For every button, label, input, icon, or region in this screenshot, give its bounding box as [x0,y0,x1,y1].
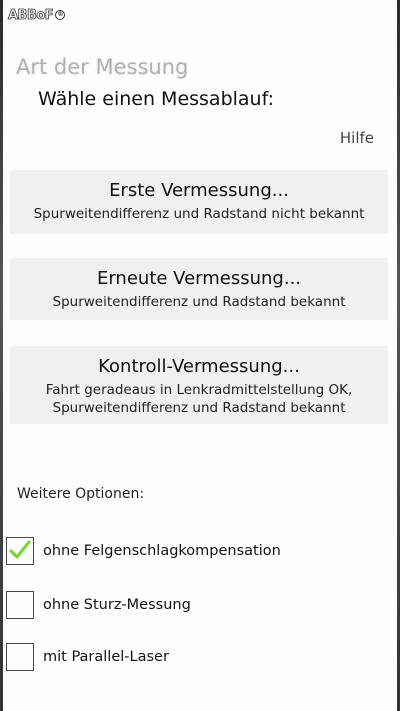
checkbox-label: ohne Sturz-Messung [43,597,191,613]
option-first-measurement-button[interactable]: Erste Vermessung... Spurweitendifferenz … [10,170,388,234]
help-link[interactable]: Hilfe [340,129,374,147]
checkbox-row-rim-runout[interactable]: ohne Felgenschlagkompensation [6,535,281,567]
option-description-line1: Fahrt geradeaus in Lenkradmittelstellung… [45,382,353,398]
option-description: Spurweitendifferenz und Radstand nicht b… [33,206,365,222]
checkbox-row-parallel-laser[interactable]: mit Parallel-Laser [6,641,169,673]
option-title: Erneute Vermessung... [96,268,302,289]
check-mark-icon [9,540,31,559]
screen-subtitle: Wähle einen Messablauf: [38,88,275,110]
checkbox-label: ohne Felgenschlagkompensation [43,543,281,559]
app-screen: ABBoF ® Art der Messung Wähle einen Mess… [0,0,400,711]
app-logo: ABBoF ® [8,6,66,24]
option-repeat-measurement-button[interactable]: Erneute Vermessung... Spurweitendifferen… [10,258,388,320]
option-control-measurement-button[interactable]: Kontroll-Vermessung... Fahrt geradeaus i… [10,346,388,424]
logo-text: ABBoF [8,7,55,23]
further-options-label: Weitere Optionen: [17,486,145,502]
option-description-line2: Spurweitendifferenz und Radstand bekannt [52,400,346,416]
checkbox-row-camber[interactable]: ohne Sturz-Messung [6,589,191,621]
parallel-laser-checkbox[interactable] [6,643,34,671]
checkbox-label: mit Parallel-Laser [43,649,169,665]
camber-checkbox[interactable] [6,591,34,619]
rim-runout-checkbox[interactable] [6,537,34,565]
registered-icon: ® [55,10,66,20]
option-title: Kontroll-Vermessung... [98,356,300,377]
option-title: Erste Vermessung... [109,180,289,201]
device-edge-left [0,0,3,711]
screen-title: Art der Messung [16,55,189,79]
option-description: Spurweitendifferenz und Radstand bekannt [52,294,346,310]
